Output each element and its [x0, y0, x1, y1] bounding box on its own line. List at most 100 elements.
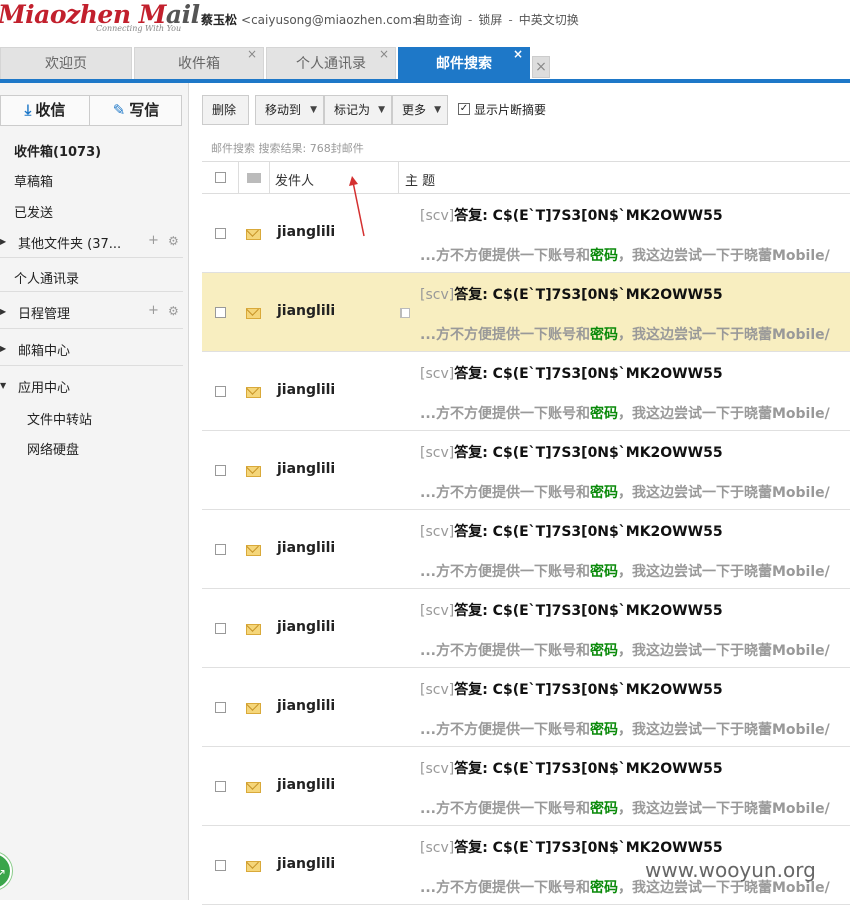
download-icon: ⤓ — [24, 101, 32, 119]
envelope-icon — [246, 703, 261, 714]
envelope-icon — [246, 545, 261, 556]
sender-name: jianglili — [277, 303, 336, 319]
envelope-icon — [246, 229, 261, 240]
logo-tagline: Connecting With You — [96, 24, 182, 33]
subject-tag: [scv] — [420, 287, 455, 303]
expand-arrow-icon[interactable]: ▶ — [0, 307, 6, 316]
user-email: <caiyusong@miaozhen.com> — [241, 13, 422, 27]
close-icon[interactable]: × — [247, 38, 257, 70]
table-row[interactable]: jianglili [scv]答复: C$(E`T]7S3[0N$`MK2OWW5… — [202, 352, 850, 431]
sidebar-item-file-transfer[interactable]: 文件中转站 — [0, 409, 183, 428]
link-self-service[interactable]: 自助查询 — [414, 13, 462, 27]
row-checkbox[interactable] — [215, 544, 226, 555]
subject-text: 答复: C$(E`T]7S3[0N$`MK2OWW55 — [454, 208, 723, 224]
email-subject[interactable]: [scv]答复: C$(E`T]7S3[0N$`MK2OWW55 — [420, 442, 723, 462]
move-to-button[interactable]: 移动到 ▼ — [255, 95, 324, 125]
chevron-down-icon: ▼ — [434, 105, 441, 115]
email-subject[interactable]: [scv]答复: C$(E`T]7S3[0N$`MK2OWW55 — [420, 679, 723, 699]
row-checkbox[interactable] — [215, 860, 226, 871]
tab-mail-search[interactable]: 邮件搜索 × — [398, 47, 530, 79]
subject-text: 答复: C$(E`T]7S3[0N$`MK2OWW55 — [454, 524, 723, 540]
row-checkbox[interactable] — [215, 781, 226, 792]
add-event-icon[interactable]: + — [148, 303, 159, 318]
email-subject[interactable]: [scv]答复: C$(E`T]7S3[0N$`MK2OWW55 — [420, 600, 723, 620]
sidebar-item-contacts[interactable]: 个人通讯录 — [0, 268, 183, 287]
user-info: 蔡玉松 <caiyusong@miaozhen.com> — [201, 11, 422, 28]
row-checkbox[interactable] — [215, 228, 226, 239]
top-links: 自助查询 - 锁屏 - 中英文切换 — [414, 13, 579, 27]
sidebar-item-inbox[interactable]: 收件箱(1073) — [0, 141, 183, 160]
sender-name: jianglili — [277, 698, 336, 714]
table-row[interactable]: jianglili [scv]答复: C$(E`T]7S3[0N$`MK2OWW5… — [202, 431, 850, 510]
table-row[interactable]: jianglili [scv]答复: C$(E`T]7S3[0N$`MK2OWW5… — [202, 273, 850, 352]
mail-table-header: 发件人 主 题 — [202, 161, 850, 194]
show-snippet-label: 显示片断摘要 — [474, 103, 547, 117]
envelope-icon — [246, 466, 261, 477]
gear-icon[interactable]: ⚙ — [168, 304, 179, 318]
envelope-icon — [246, 387, 261, 398]
table-row[interactable]: jianglili [scv]答复: C$(E`T]7S3[0N$`MK2OWW5… — [202, 589, 850, 668]
receive-button[interactable]: ⤓ 收信 — [1, 96, 90, 125]
row-checkbox[interactable] — [215, 465, 226, 476]
sender-name: jianglili — [277, 540, 336, 556]
tab-contacts[interactable]: 个人通讯录 × — [266, 47, 396, 79]
flag-icon[interactable] — [400, 308, 410, 318]
envelope-icon — [246, 624, 261, 635]
write-button[interactable]: ✎ 写信 — [91, 96, 181, 125]
collapse-arrow-icon[interactable]: ▼ — [0, 381, 6, 390]
mark-as-button[interactable]: 标记为 ▼ — [324, 95, 392, 125]
column-sender[interactable]: 发件人 — [275, 170, 314, 189]
email-subject[interactable]: [scv]答复: C$(E`T]7S3[0N$`MK2OWW55 — [420, 363, 723, 383]
expand-arrow-icon[interactable]: ▶ — [0, 344, 6, 353]
sidebar-item-sent[interactable]: 已发送 — [0, 202, 183, 221]
sidebar-item-app-center[interactable]: ▼ 应用中心 — [0, 377, 183, 396]
tab-inbox[interactable]: 收件箱 × — [134, 47, 264, 79]
gear-icon[interactable]: ⚙ — [168, 234, 179, 248]
red-arrow-annotation — [349, 176, 365, 237]
row-checkbox[interactable] — [215, 307, 226, 318]
sender-name: jianglili — [277, 619, 336, 635]
subject-tag: [scv] — [420, 682, 455, 698]
subject-tag: [scv] — [420, 761, 455, 777]
email-subject[interactable]: [scv]答复: C$(E`T]7S3[0N$`MK2OWW55 — [420, 758, 723, 778]
email-subject[interactable]: [scv]答复: C$(E`T]7S3[0N$`MK2OWW55 — [420, 205, 723, 225]
email-subject[interactable]: [scv]答复: C$(E`T]7S3[0N$`MK2OWW55 — [420, 521, 723, 541]
more-button[interactable]: 更多 ▼ — [392, 95, 448, 125]
sidebar-item-other-folders[interactable]: ▶ 其他文件夹 (37... + ⚙ — [0, 233, 183, 252]
subject-tag: [scv] — [420, 603, 455, 619]
sender-name: jianglili — [277, 382, 336, 398]
snippet-keyword: 密码 — [589, 801, 618, 817]
table-row[interactable]: jianglili [scv]答复: C$(E`T]7S3[0N$`MK2OWW5… — [202, 668, 850, 747]
add-folder-icon[interactable]: + — [148, 233, 159, 248]
email-subject[interactable]: [scv]答复: C$(E`T]7S3[0N$`MK2OWW55 — [420, 284, 723, 304]
row-checkbox[interactable] — [215, 386, 226, 397]
sidebar-item-drafts[interactable]: 草稿箱 — [0, 171, 183, 190]
table-row[interactable]: jianglili [scv]答复: C$(E`T]7S3[0N$`MK2OWW5… — [202, 510, 850, 589]
delete-button[interactable]: 删除 — [202, 95, 249, 125]
tab-welcome[interactable]: 欢迎页 — [0, 47, 132, 79]
envelope-icon — [246, 782, 261, 793]
user-name: 蔡玉松 — [201, 13, 238, 27]
table-row[interactable]: jianglili [scv]答复: C$(E`T]7S3[0N$`MK2OWW5… — [202, 747, 850, 826]
sidebar-item-network-disk[interactable]: 网络硬盘 — [0, 439, 183, 458]
close-icon[interactable]: × — [379, 38, 389, 70]
expand-arrow-icon[interactable]: ▶ — [0, 237, 6, 246]
compose-bar: ⤓ 收信 ✎ 写信 — [0, 95, 182, 126]
row-checkbox[interactable] — [215, 623, 226, 634]
column-subject[interactable]: 主 题 — [405, 170, 435, 189]
close-icon[interactable]: × — [513, 38, 523, 70]
row-checkbox[interactable] — [215, 702, 226, 713]
select-all-checkbox[interactable] — [215, 172, 226, 183]
show-snippet-checkbox[interactable]: ✓ — [458, 103, 470, 115]
envelope-icon — [246, 308, 261, 319]
email-snippet: ...方不方便提供一下账号和密码，我这边尝试一下于晓蕾Mobile/ — [420, 406, 830, 422]
email-subject[interactable]: [scv]答复: C$(E`T]7S3[0N$`MK2OWW55 — [420, 837, 723, 857]
link-lock-screen[interactable]: 锁屏 — [478, 13, 502, 27]
email-snippet: ...方不方便提供一下账号和密码，我这边尝试一下于晓蕾Mobile/ — [420, 248, 830, 264]
sidebar-item-mailbox-center[interactable]: ▶ 邮箱中心 — [0, 340, 183, 359]
tab-bar: 欢迎页 收件箱 × 个人通讯录 × 邮件搜索 × — [0, 47, 850, 80]
sidebar-item-calendar[interactable]: ▶ 日程管理 + ⚙ — [0, 303, 183, 322]
close-all-tabs-button[interactable]: × — [532, 56, 550, 78]
table-row[interactable]: jianglili [scv]答复: C$(E`T]7S3[0N$`MK2OWW5… — [202, 194, 850, 273]
link-language-switch[interactable]: 中英文切换 — [519, 13, 579, 27]
